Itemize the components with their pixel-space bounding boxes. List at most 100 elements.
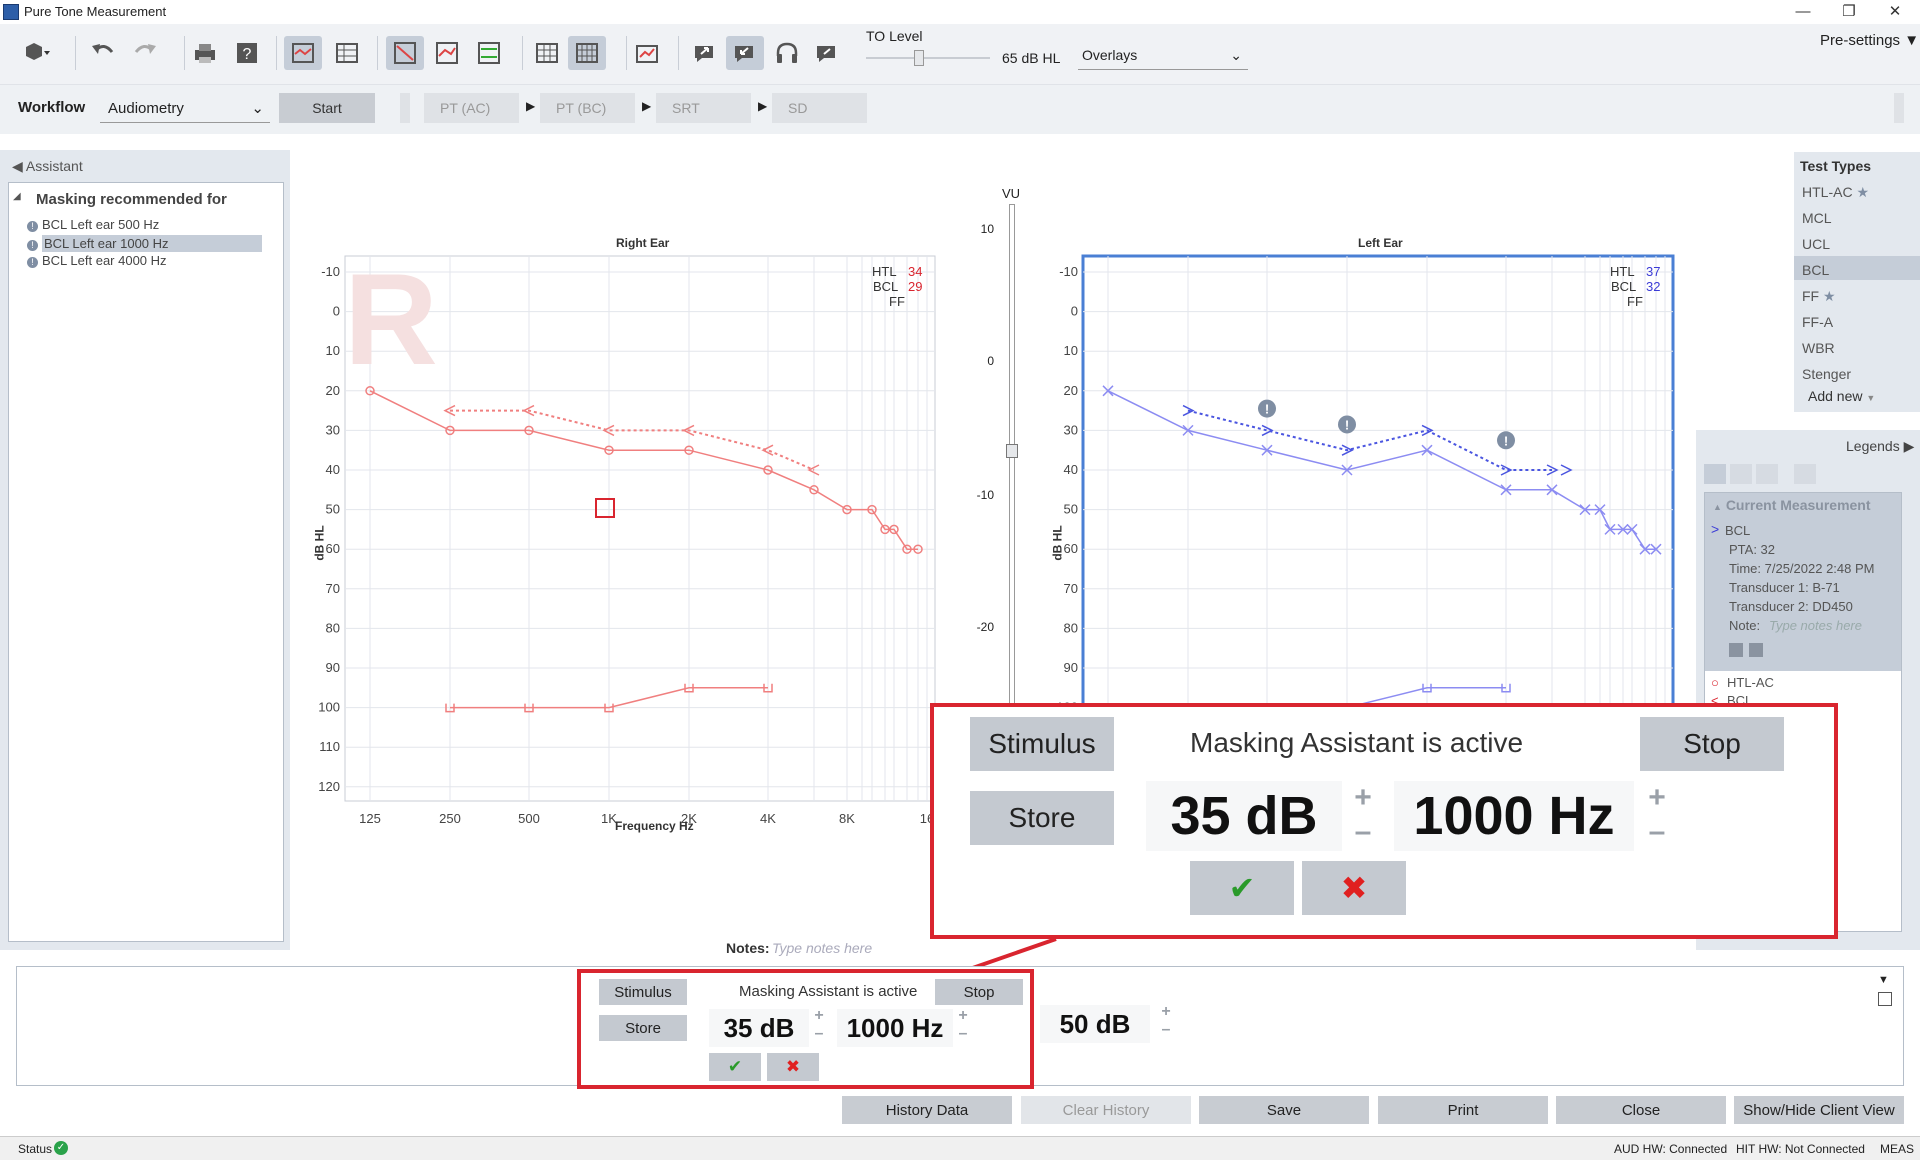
delete-icon[interactable] xyxy=(1749,643,1763,657)
print-icon[interactable] xyxy=(186,36,224,70)
test-type-bcl[interactable]: BCL xyxy=(1802,262,1829,278)
print-button[interactable]: Print xyxy=(1378,1096,1548,1124)
toolbar: ? TO Level 65 dB HL Overlays ⌄ Pre-settin… xyxy=(0,24,1920,84)
masking-alert-mark: ! xyxy=(1265,402,1269,417)
to-level-slider-thumb[interactable] xyxy=(914,50,924,66)
assistant-item[interactable]: ! BCL Left ear 500 Hz xyxy=(27,217,267,232)
minimize-button[interactable]: — xyxy=(1788,2,1818,22)
legends-header[interactable]: Legends ▶ xyxy=(1846,438,1914,455)
start-button[interactable]: Start xyxy=(279,93,375,123)
caret-down-icon[interactable]: ▼ xyxy=(1878,974,1889,986)
legend-note-input[interactable]: Type notes here xyxy=(1769,618,1862,633)
assistant-header[interactable]: ◀ Assistant xyxy=(12,158,83,175)
accept-icon[interactable]: ✔ xyxy=(709,1053,761,1081)
level-value[interactable]: 35 dB xyxy=(709,1009,809,1047)
vu-slider-thumb[interactable] xyxy=(1006,444,1018,458)
download-icon[interactable] xyxy=(1729,643,1743,657)
test-type-htl-ac[interactable]: HTL-AC ★ xyxy=(1802,184,1869,201)
left-ear-plot[interactable]: -100102030405060708090100110120!!! xyxy=(1038,236,1678,706)
overlay-chart-icon[interactable] xyxy=(628,36,666,70)
presettings-menu[interactable]: Pre-settings ▼ xyxy=(1820,32,1919,49)
decrease-masking-icon[interactable]: – xyxy=(1158,1021,1174,1039)
store-button[interactable]: Store xyxy=(599,1015,687,1041)
test-type-wbr[interactable]: WBR xyxy=(1802,340,1835,356)
test-type-ff-a[interactable]: FF-A xyxy=(1802,314,1833,330)
history-data-button[interactable]: History Data xyxy=(842,1096,1012,1124)
frequency-value-large[interactable]: 1000 Hz xyxy=(1394,781,1634,851)
grid-large-icon[interactable] xyxy=(568,36,606,70)
test-type-stenger[interactable]: Stenger xyxy=(1802,366,1851,382)
collapse-icon[interactable]: ◢ xyxy=(13,191,21,202)
level-value-large[interactable]: 35 dB xyxy=(1146,781,1342,851)
assistant-item-selected[interactable]: ! BCL Left ear 1000 Hz xyxy=(27,235,267,252)
assistant-item[interactable]: ! BCL Left ear 4000 Hz xyxy=(27,253,267,268)
decrease-level-icon[interactable]: – xyxy=(811,1025,827,1043)
redo-icon[interactable] xyxy=(126,36,164,70)
stimulus-button[interactable]: Stimulus xyxy=(599,979,687,1005)
decrease-level-icon[interactable]: – xyxy=(1348,815,1378,849)
add-new-label: Add new xyxy=(1808,388,1863,404)
decrease-frequency-icon[interactable]: – xyxy=(955,1025,971,1043)
current-measurement-header[interactable]: ▲ Current Measurement xyxy=(1713,497,1871,513)
reject-icon[interactable]: ✖ xyxy=(1302,861,1406,915)
talk-forward-icon[interactable] xyxy=(686,36,724,70)
htl-symbol-icon: ○ xyxy=(1711,675,1719,690)
headphones-icon[interactable] xyxy=(768,36,806,70)
step-srt[interactable]: SRT xyxy=(656,93,751,123)
notes-input[interactable]: Type notes here xyxy=(772,940,872,956)
workflow-divider xyxy=(400,93,410,123)
step-pt-bc[interactable]: PT (BC) xyxy=(540,93,635,123)
workflow-dropdown[interactable]: Audiometry ⌄ xyxy=(100,95,270,123)
grid-small-icon[interactable] xyxy=(528,36,566,70)
talk-back-icon[interactable] xyxy=(726,36,764,70)
show-hide-client-view-button[interactable]: Show/Hide Client View xyxy=(1734,1096,1904,1124)
stop-button-large[interactable]: Stop xyxy=(1640,717,1784,771)
graph-mode-3-icon[interactable] xyxy=(470,36,508,70)
test-type-ff[interactable]: FF ★ xyxy=(1802,288,1836,305)
stop-button[interactable]: Stop xyxy=(935,979,1023,1005)
stimulus-button-large[interactable]: Stimulus xyxy=(970,717,1114,771)
add-new-test-type[interactable]: Add new ▼ xyxy=(1808,388,1875,404)
clear-history-button[interactable]: Clear History xyxy=(1021,1096,1191,1124)
audiogram-view-icon[interactable] xyxy=(284,36,322,70)
reject-icon[interactable]: ✖ xyxy=(767,1053,819,1081)
test-type-ucl[interactable]: UCL xyxy=(1802,236,1830,252)
increase-level-icon[interactable]: + xyxy=(811,1007,827,1025)
bcl-legend-label: BCL xyxy=(873,279,899,294)
accept-icon[interactable]: ✔ xyxy=(1190,861,1294,915)
to-level-slider[interactable] xyxy=(866,57,990,59)
restore-button[interactable]: ❐ xyxy=(1834,2,1864,22)
svg-text:?: ? xyxy=(243,46,252,63)
detach-icon[interactable] xyxy=(1878,992,1892,1006)
legend-other[interactable]: HTL-AC xyxy=(1727,675,1774,690)
settings-talk-icon[interactable] xyxy=(808,36,846,70)
undo-icon[interactable] xyxy=(84,36,122,70)
table-view-icon[interactable] xyxy=(328,36,366,70)
legend-tool-icon[interactable] xyxy=(1730,464,1752,484)
step-pt-ac[interactable]: PT (AC) xyxy=(424,93,519,123)
decrease-frequency-icon[interactable]: – xyxy=(1642,815,1672,849)
legend-tool-icon[interactable] xyxy=(1794,464,1816,484)
graph-mode-1-icon[interactable] xyxy=(386,36,424,70)
graph-mode-2-icon[interactable] xyxy=(428,36,466,70)
x-axis-label: Frequency Hz xyxy=(615,819,694,833)
masking-level-value[interactable]: 50 dB xyxy=(1040,1005,1150,1043)
close-button[interactable]: Close xyxy=(1556,1096,1726,1124)
assistant-list: ◢ Masking recommended for ! BCL Left ear … xyxy=(8,182,284,942)
increase-frequency-icon[interactable]: + xyxy=(955,1007,971,1025)
save-button[interactable]: Save xyxy=(1199,1096,1369,1124)
increase-masking-icon[interactable]: + xyxy=(1158,1003,1174,1021)
y-tick-label: 90 xyxy=(326,660,340,675)
increase-level-icon[interactable]: + xyxy=(1348,781,1378,815)
cube-menu-icon[interactable] xyxy=(14,36,60,70)
step-sd[interactable]: SD xyxy=(772,93,867,123)
legend-tool-icon[interactable] xyxy=(1756,464,1778,484)
overlays-dropdown[interactable]: Overlays ⌄ xyxy=(1078,44,1248,70)
close-window-button[interactable]: ✕ xyxy=(1880,2,1910,22)
help-icon[interactable]: ? xyxy=(228,36,266,70)
frequency-value[interactable]: 1000 Hz xyxy=(837,1009,953,1047)
test-type-mcl[interactable]: MCL xyxy=(1802,210,1832,226)
increase-frequency-icon[interactable]: + xyxy=(1642,781,1672,815)
store-button-large[interactable]: Store xyxy=(970,791,1114,845)
legend-tool-icon[interactable] xyxy=(1704,464,1726,484)
